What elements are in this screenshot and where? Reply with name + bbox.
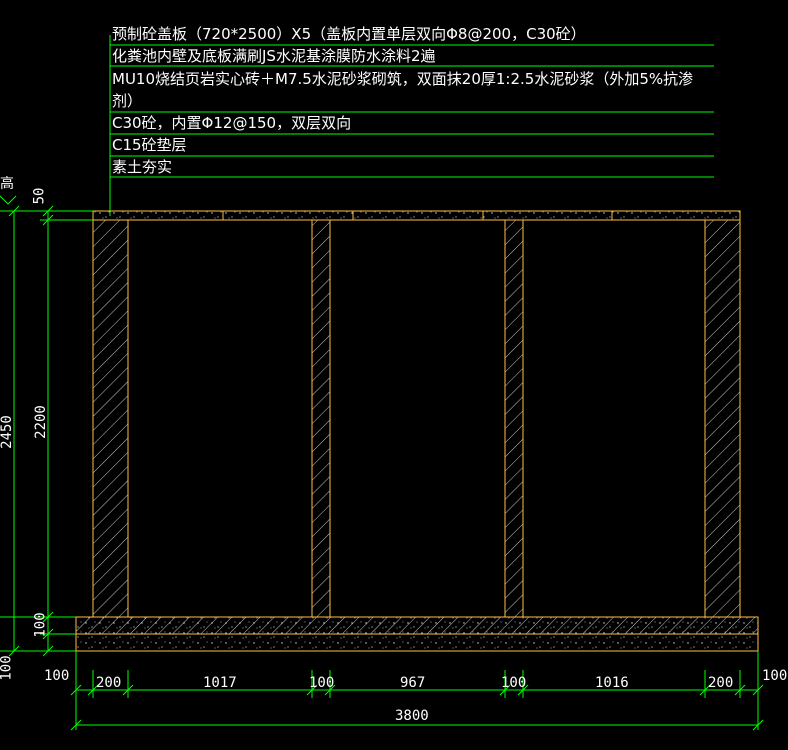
note-soil: 素土夯实 xyxy=(112,158,173,176)
dim-cushion: 100 xyxy=(0,655,15,681)
dim-inner-height: 2200 xyxy=(32,405,49,439)
note-brick-wall-cont: 剂） xyxy=(112,92,143,110)
dim-left-offset: 100 xyxy=(44,668,70,684)
elevation-label: 高 xyxy=(0,176,14,192)
note-brick-wall: MU10烧结页岩实心砖＋M7.5水泥砂浆砌筑，双面抹20厚1:2.5水泥砂浆（外… xyxy=(112,70,694,88)
dim-wall-mid-1: 100 xyxy=(309,675,335,691)
dim-base-slab: 100 xyxy=(32,612,49,638)
note-cushion: C15砼垫层 xyxy=(112,136,187,154)
dim-wall-mid-2: 100 xyxy=(501,675,527,691)
brick-walls xyxy=(92,219,741,618)
dim-total-height: 2450 xyxy=(0,415,15,449)
wall-mid-2 xyxy=(504,219,524,618)
dim-bay-3: 1016 xyxy=(595,675,629,691)
dim-total-width: 3800 xyxy=(395,708,429,724)
dim-wall-right: 200 xyxy=(708,675,734,691)
note-base-concrete: C30砼，内置Φ12@150，双层双向 xyxy=(112,114,352,132)
dim-top-slab: 50 xyxy=(31,187,48,205)
section-drawing xyxy=(0,35,764,731)
dim-bay-2: 967 xyxy=(400,675,426,691)
dim-bay-1: 1017 xyxy=(203,675,237,691)
wall-mid-1 xyxy=(311,219,331,618)
wall-left xyxy=(92,219,129,618)
wall-right xyxy=(704,219,741,618)
base-slab xyxy=(75,616,759,652)
note-cover-slab: 预制砼盖板（720*2500）X5（盖板内置单层双向Φ8@200，C30砼） xyxy=(112,25,586,43)
cover-slab xyxy=(92,210,741,221)
dim-wall-left: 200 xyxy=(96,675,122,691)
note-waterproofing: 化粪池内壁及底板满刷JS水泥基涂膜防水涂料2遍 xyxy=(112,47,436,65)
dim-right-offset: 100 xyxy=(762,668,788,684)
